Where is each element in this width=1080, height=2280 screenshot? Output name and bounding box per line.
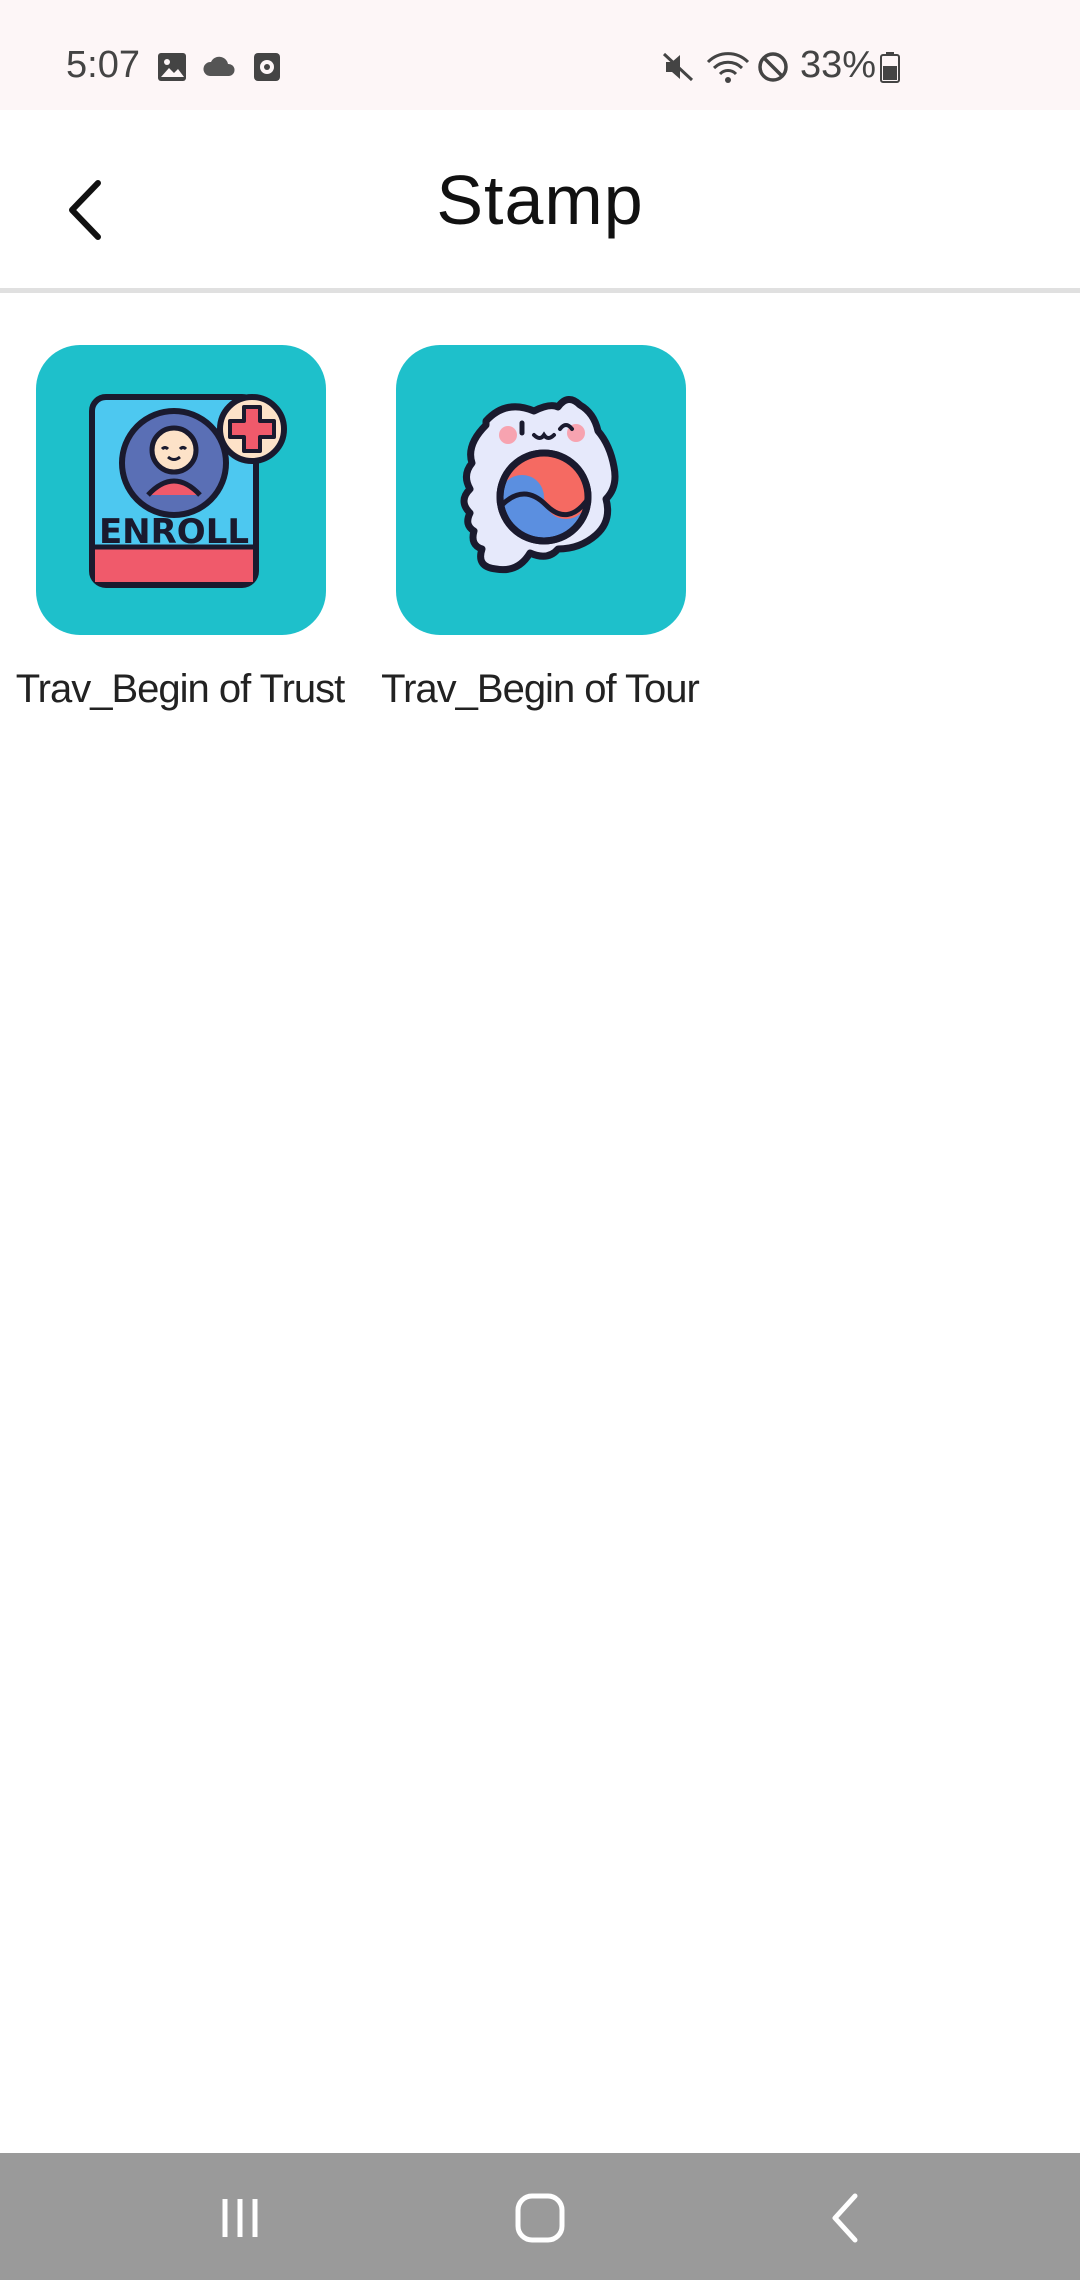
page-title: Stamp [436,161,644,239]
stamp-tile[interactable]: ENROLL [36,345,326,635]
wifi-icon [706,52,750,83]
app-header: Stamp [0,110,1080,290]
recent-apps-icon [222,2199,258,2237]
battery-icon [880,52,900,83]
nav-back-button[interactable] [785,2173,905,2263]
stamp-label: Trav_Begin of Trust [15,667,346,711]
status-time: 5:07 [66,44,140,86]
battery-percentage: 33% [800,44,877,86]
cloud-icon [203,56,235,76]
home-icon [515,2193,565,2243]
status-bar: 5:07 33% [0,0,1080,110]
record-icon [254,53,280,81]
do-not-disturb-icon [758,52,788,82]
korea-map-icon [460,396,619,574]
header-divider [0,288,1080,293]
mute-icon [662,52,694,82]
stamp-label: Trav_Begin of Tour [381,667,700,711]
enroll-badge-icon: ENROLL [89,394,287,588]
image-icon [158,53,186,81]
system-nav-bar [0,2153,1080,2280]
recent-apps-button[interactable] [180,2173,300,2263]
enroll-text: ENROLL [99,512,249,552]
back-icon [832,2193,858,2243]
stamp-tile[interactable] [396,345,686,635]
home-button[interactable] [480,2173,600,2263]
